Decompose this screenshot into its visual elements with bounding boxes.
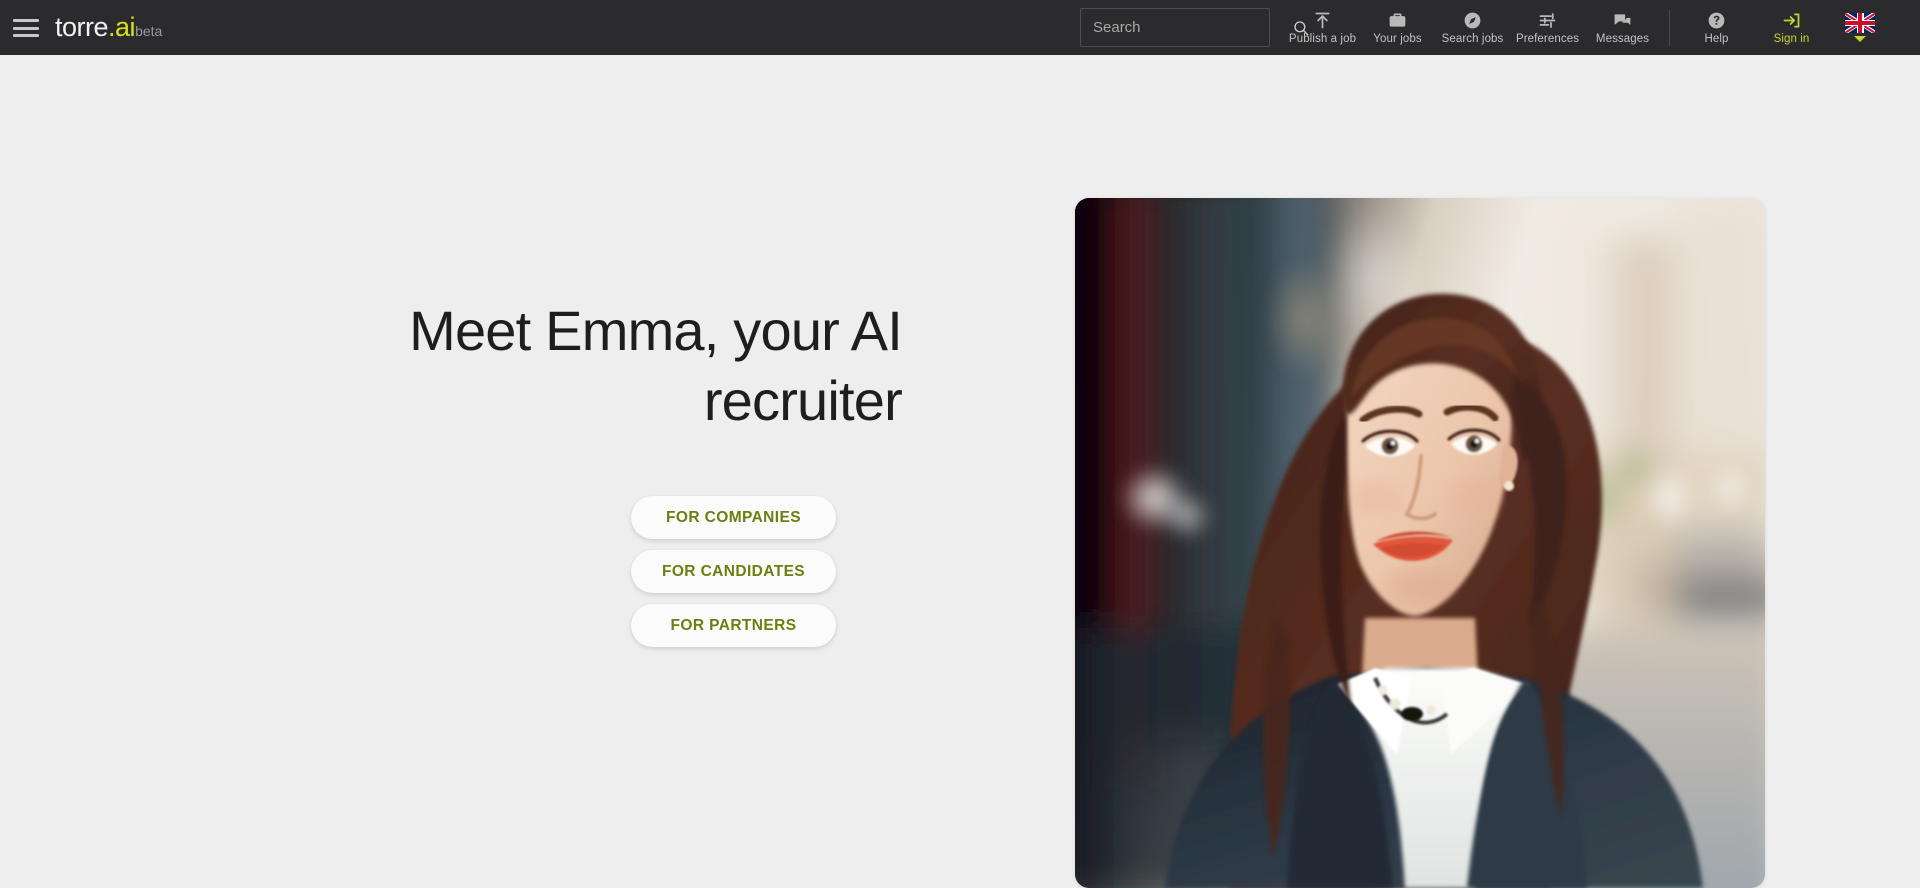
for-candidates-button[interactable]: FOR CANDIDATES — [631, 550, 836, 593]
nav-label: Your jobs — [1373, 33, 1422, 45]
language-selector[interactable] — [1829, 0, 1891, 55]
hamburger-bar — [13, 34, 39, 37]
hero-portrait-image — [1075, 198, 1765, 888]
logo-beta-badge: beta — [135, 23, 163, 39]
sliders-icon — [1537, 10, 1558, 30]
question-circle-icon — [1706, 10, 1727, 30]
search-input[interactable] — [1093, 19, 1292, 36]
nav-label: Help — [1704, 33, 1729, 45]
logo-primary-text: torre — [55, 12, 109, 42]
cta-button-group: FOR COMPANIES FOR CANDIDATES FOR PARTNER… — [631, 496, 836, 647]
upload-icon — [1312, 10, 1333, 30]
chat-bubbles-icon — [1612, 10, 1633, 30]
site-logo[interactable]: torre.aibeta — [55, 9, 162, 49]
nav-label: Sign in — [1773, 33, 1810, 45]
nav-item-search-jobs[interactable]: Search jobs — [1435, 0, 1510, 55]
chevron-down-icon[interactable] — [1854, 36, 1866, 42]
nav-item-messages[interactable]: Messages — [1585, 0, 1660, 55]
hamburger-menu-icon[interactable] — [13, 19, 39, 37]
briefcase-icon — [1387, 10, 1408, 30]
search-box[interactable] — [1080, 8, 1309, 47]
nav-item-preferences[interactable]: Preferences — [1510, 0, 1585, 55]
nav-item-sign-in[interactable]: Sign in — [1754, 0, 1829, 55]
nav-label: Publish a job — [1288, 33, 1357, 45]
hero-portrait-illustration — [1075, 198, 1765, 888]
uk-flag-icon — [1845, 13, 1875, 33]
nav-divider — [1669, 9, 1670, 46]
top-navigation-bar: torre.aibeta Publish a job — [0, 0, 1920, 55]
login-arrow-icon — [1781, 10, 1802, 30]
nav-item-help[interactable]: Help — [1679, 0, 1754, 55]
hero-content: Meet Emma, your AI recruiter FOR COMPANI… — [0, 55, 930, 888]
page-title: Meet Emma, your AI recruiter — [409, 299, 903, 432]
for-companies-button[interactable]: FOR COMPANIES — [631, 496, 836, 539]
for-partners-button[interactable]: FOR PARTNERS — [631, 604, 836, 647]
nav-label: Messages — [1595, 33, 1650, 45]
nav-item-publish-a-job[interactable]: Publish a job — [1285, 0, 1360, 55]
hamburger-bar — [13, 26, 39, 30]
compass-icon — [1462, 10, 1483, 30]
nav-label: Preferences — [1515, 33, 1580, 45]
hero-section: Meet Emma, your AI recruiter FOR COMPANI… — [0, 55, 1920, 888]
nav-item-your-jobs[interactable]: Your jobs — [1360, 0, 1435, 55]
logo-accent-text: .ai — [108, 12, 136, 42]
hamburger-bar — [13, 19, 39, 22]
header-nav: Publish a job Your jobs Search jobs Pref… — [1285, 0, 1891, 55]
nav-label: Search jobs — [1441, 33, 1504, 45]
